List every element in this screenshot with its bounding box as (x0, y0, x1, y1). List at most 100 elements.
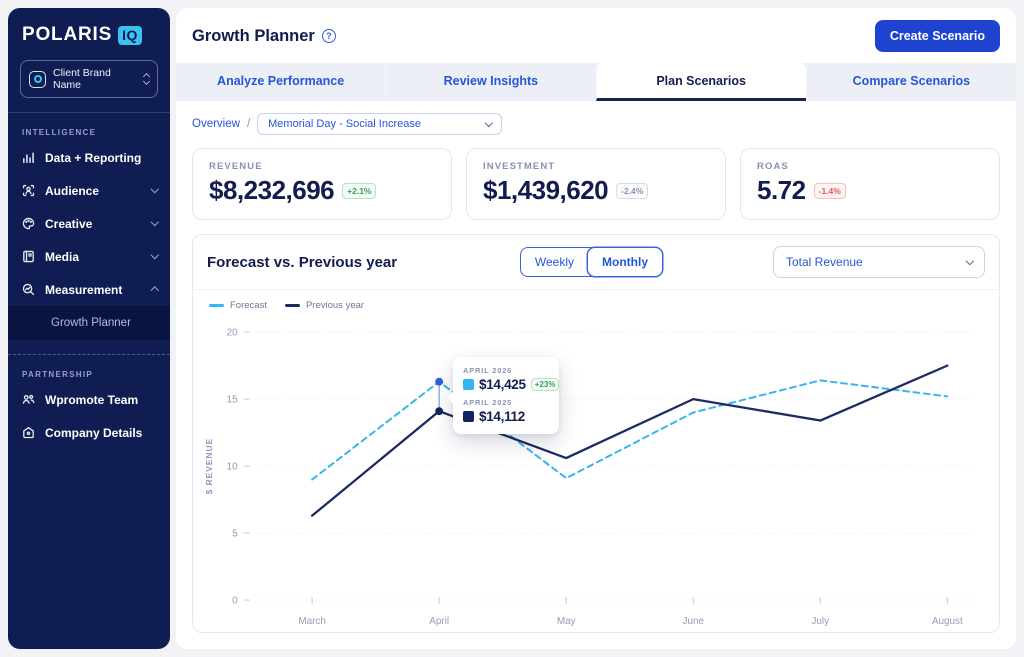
forecast-swatch (463, 379, 474, 390)
svg-text:5: 5 (232, 529, 238, 540)
palette-icon (21, 216, 36, 231)
sidebar-item-audience[interactable]: Audience (8, 174, 170, 207)
sidebar-item-wpromote-team[interactable]: Wpromote Team (8, 383, 170, 416)
section-intelligence: INTELLIGENCE (8, 113, 170, 141)
kpi-delta-badge: -2.4% (616, 183, 648, 199)
svg-text:0: 0 (232, 596, 238, 607)
tab-analyze-performance[interactable]: Analyze Performance (176, 63, 385, 101)
chart-legend: Forecast Previous year (193, 290, 999, 311)
sidebar-item-label: Audience (45, 184, 143, 198)
sidebar-item-data-reporting[interactable]: Data + Reporting (8, 141, 170, 174)
sidebar-item-label: Creative (45, 217, 143, 231)
tooltip-delta-badge: +23% (531, 378, 560, 391)
tooltip-value: $14,112 (479, 409, 525, 424)
chart-header: Forecast vs. Previous year Weekly Monthl… (193, 235, 999, 290)
team-icon (21, 392, 36, 407)
previous-year-swatch (285, 304, 300, 307)
tooltip-value: $14,425 (479, 377, 526, 392)
kpi-value: $8,232,696 (209, 175, 334, 206)
growth-planner-app: POLARIS IQ Client Brand Name INTELLIGENC… (0, 0, 1024, 657)
breadcrumb-separator: / (247, 118, 250, 130)
kpi-label: REVENUE (209, 161, 435, 172)
chevron-down-icon (150, 218, 158, 226)
scenario-dropdown[interactable]: Memorial Day - Social Increase (257, 113, 502, 135)
toggle-monthly[interactable]: Monthly (588, 248, 662, 276)
section-partnership: PARTNERSHIP (8, 355, 170, 383)
scenario-dropdown-value: Memorial Day - Social Increase (268, 118, 478, 130)
sidebar-item-growth-planner-active[interactable]: Growth Planner (8, 306, 170, 340)
tab-compare-scenarios[interactable]: Compare Scenarios (806, 63, 1016, 101)
sidebar-item-company-details[interactable]: Company Details (8, 416, 170, 449)
svg-text:April: April (429, 616, 449, 627)
sidebar-item-label: Measurement (45, 283, 143, 297)
kpi-value: $1,439,620 (483, 175, 608, 206)
forecast-swatch (209, 304, 224, 307)
legend-item-forecast: Forecast (209, 300, 267, 311)
chevron-down-icon (485, 119, 493, 127)
audience-icon (21, 183, 36, 198)
help-icon[interactable]: ? (322, 29, 336, 43)
main-panel: Growth Planner ? Create Scenario Analyze… (176, 8, 1016, 649)
svg-text:May: May (557, 616, 576, 627)
measurement-search-icon (21, 282, 36, 297)
sort-chevrons-icon (144, 74, 149, 84)
kpi-label: ROAS (757, 161, 983, 172)
chevron-down-icon (150, 251, 158, 259)
svg-text:July: July (811, 616, 829, 627)
create-scenario-button[interactable]: Create Scenario (875, 20, 1000, 52)
period-toggle: Weekly Monthly (520, 247, 663, 277)
page-title: Growth Planner (192, 27, 315, 46)
legend-item-previous-year: Previous year (285, 300, 364, 311)
kpi-card-investment: INVESTMENT $1,439,620 -2.4% (466, 148, 726, 220)
main-header: Growth Planner ? Create Scenario (176, 8, 1016, 63)
tab-review-insights[interactable]: Review Insights (385, 63, 595, 101)
kpi-card-revenue: REVENUE $8,232,696 +2.1% (192, 148, 452, 220)
client-brand-selector[interactable]: Client Brand Name (20, 60, 158, 98)
brand-name: POLARIS (22, 24, 112, 46)
sidebar-item-label: Media (45, 250, 143, 264)
svg-text:June: June (683, 616, 705, 627)
kpi-card-roas: ROAS 5.72 -1.4% (740, 148, 1000, 220)
chart-title: Forecast vs. Previous year (207, 254, 520, 271)
kpi-delta-badge: +2.1% (342, 183, 376, 199)
svg-text:March: March (298, 616, 326, 627)
legend-label: Forecast (230, 300, 267, 311)
tab-plan-scenarios[interactable]: Plan Scenarios (596, 63, 806, 101)
line-chart-svg: 20151050MarchAprilMayJuneJulyAugust$ REV… (197, 313, 991, 647)
svg-text:$ REVENUE: $ REVENUE (204, 438, 214, 495)
line-chart[interactable]: 20151050MarchAprilMayJuneJulyAugust$ REV… (193, 311, 999, 632)
brand-logo: POLARIS IQ (8, 8, 170, 58)
tooltip-period: APRIL 2026 (463, 366, 549, 375)
chevron-down-icon (150, 185, 158, 193)
legend-label: Previous year (306, 300, 364, 311)
toggle-weekly[interactable]: Weekly (521, 248, 588, 276)
chevron-up-icon (150, 287, 158, 295)
kpi-delta-badge: -1.4% (814, 183, 846, 199)
company-icon (21, 425, 36, 440)
kpi-value: 5.72 (757, 175, 806, 206)
sidebar-item-label: Company Details (45, 426, 157, 440)
sidebar-item-creative[interactable]: Creative (8, 207, 170, 240)
sidebar-item-label: Wpromote Team (45, 393, 157, 407)
breadcrumb-overview-link[interactable]: Overview (192, 118, 240, 130)
sidebar-item-label: Data + Reporting (45, 151, 157, 165)
sidebar-item-media[interactable]: Media (8, 240, 170, 273)
metric-dropdown-value: Total Revenue (786, 255, 959, 269)
previous-year-swatch (463, 411, 474, 422)
bar-chart-icon (21, 150, 36, 165)
svg-text:15: 15 (227, 395, 239, 406)
client-brand-label: Client Brand Name (53, 67, 137, 91)
tooltip-period: APRIL 2025 (463, 398, 549, 407)
svg-text:20: 20 (227, 328, 239, 339)
client-brand-icon (29, 71, 46, 88)
media-icon (21, 249, 36, 264)
metric-dropdown[interactable]: Total Revenue (773, 246, 985, 278)
sidebar-item-measurement[interactable]: Measurement (8, 273, 170, 306)
chevron-down-icon (965, 257, 973, 265)
chart-tooltip: APRIL 2026 $14,425 +23% APRIL 2025 $14,1… (453, 357, 559, 434)
kpi-label: INVESTMENT (483, 161, 709, 172)
breadcrumb: Overview / Memorial Day - Social Increas… (176, 101, 1016, 146)
kpi-row: REVENUE $8,232,696 +2.1% INVESTMENT $1,4… (176, 146, 1016, 220)
tab-bar: Analyze Performance Review Insights Plan… (176, 63, 1016, 101)
svg-text:August: August (932, 616, 963, 627)
